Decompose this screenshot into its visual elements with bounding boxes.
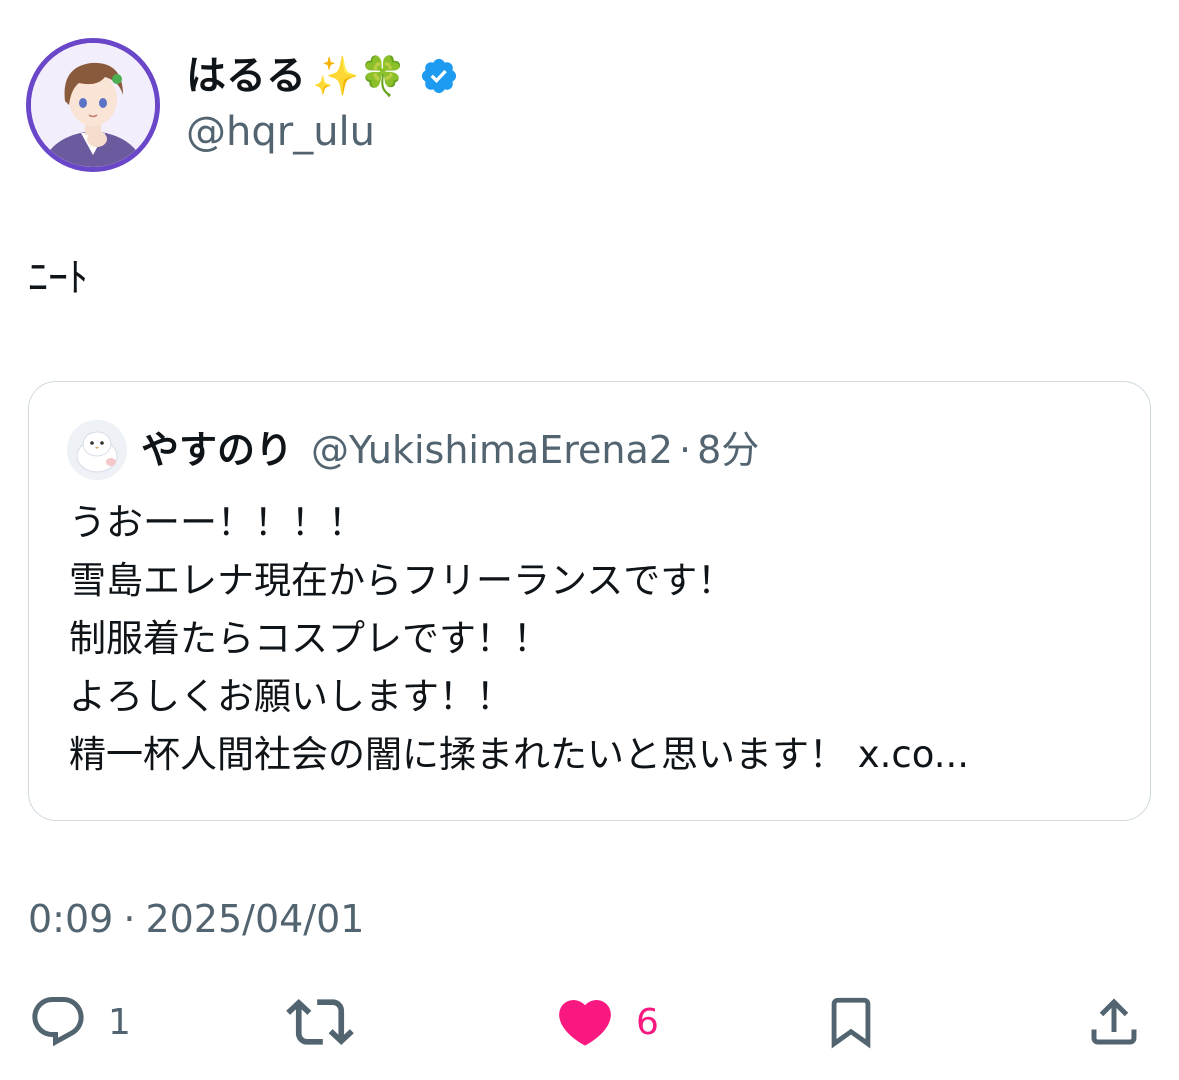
retweet-button[interactable] bbox=[286, 990, 354, 1054]
share-icon bbox=[1091, 998, 1137, 1045]
reply-icon bbox=[32, 997, 84, 1047]
quote-display-name[interactable]: やすのり bbox=[141, 424, 293, 476]
timestamp-time: 0:09 bbox=[28, 897, 114, 941]
like-count: 6 bbox=[636, 1001, 659, 1043]
like-button[interactable]: 6 bbox=[554, 990, 659, 1054]
author-handle[interactable]: @hqr_ulu bbox=[186, 106, 375, 158]
quote-body-text: うおーー！！！！ 雪島エレナ現在からフリーランスです！ 制服着たらコスプレです！… bbox=[69, 501, 970, 776]
tweet-text: ﾆｰﾄ bbox=[28, 255, 88, 301]
bookmark-icon bbox=[831, 997, 871, 1049]
author-display-name[interactable]: はるる ✨🍀 bbox=[186, 50, 459, 102]
quote-time[interactable]: 8分 bbox=[697, 424, 759, 476]
like-icon bbox=[559, 1000, 611, 1046]
author-avatar[interactable] bbox=[26, 38, 160, 172]
timestamp-separator: · bbox=[123, 897, 136, 941]
quote-author-avatar[interactable] bbox=[67, 420, 127, 480]
share-button[interactable] bbox=[1084, 990, 1144, 1054]
tweet-detail: はるる ✨🍀 @hqr_ulu ﾆｰﾄ やすのり @YukishimaErena… bbox=[0, 0, 1179, 1080]
quote-separator: · bbox=[678, 428, 692, 472]
timestamp-date: 2025/04/01 bbox=[145, 897, 365, 941]
verified-badge-icon bbox=[421, 58, 456, 94]
reply-count: 1 bbox=[108, 1001, 131, 1043]
retweet-icon bbox=[286, 998, 354, 1046]
quote-handle[interactable]: @YukishimaErena2 bbox=[311, 424, 673, 476]
bookmark-button[interactable] bbox=[822, 990, 880, 1054]
quote-avatar-image bbox=[67, 420, 127, 480]
author-name-emojis: ✨🍀 bbox=[312, 54, 407, 98]
author-name-text: はるる bbox=[186, 53, 306, 99]
author-avatar-image bbox=[31, 43, 155, 167]
quote-header: やすのり @YukishimaErena2 · 8分 bbox=[141, 424, 759, 476]
reply-button[interactable]: 1 bbox=[28, 990, 131, 1054]
quoted-tweet-card[interactable]: やすのり @YukishimaErena2 · 8分 うおーー！！！！ 雪島エレ… bbox=[28, 381, 1151, 821]
tweet-timestamp[interactable]: 0:09 · 2025/04/01 bbox=[28, 893, 364, 945]
